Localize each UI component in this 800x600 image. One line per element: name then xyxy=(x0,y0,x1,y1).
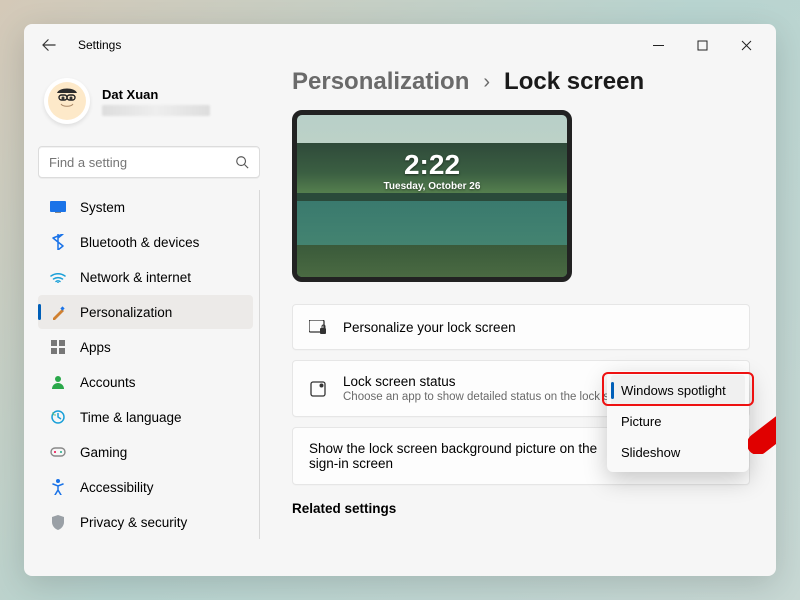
time-icon xyxy=(50,409,66,425)
sidebar-item-label: Gaming xyxy=(80,445,127,460)
lockscreen-preview: 2:22 Tuesday, October 26 xyxy=(292,110,572,282)
close-icon xyxy=(741,40,752,51)
user-block[interactable]: Dat Xuan xyxy=(38,72,260,138)
system-icon xyxy=(50,199,66,215)
preview-time: 2:22 xyxy=(297,149,567,181)
back-button[interactable] xyxy=(32,28,66,62)
user-email-redacted xyxy=(102,105,210,116)
sidebar-item-gaming[interactable]: Gaming xyxy=(38,435,253,469)
sidebar-item-network[interactable]: Network & internet xyxy=(38,260,253,294)
sidebar-item-accessibility[interactable]: Accessibility xyxy=(38,470,253,504)
sidebar: Dat Xuan System Bluetooth & devices xyxy=(24,66,274,576)
annotation-arrow xyxy=(748,374,776,454)
sidebar-item-privacy[interactable]: Privacy & security xyxy=(38,505,253,539)
dropdown-option-picture[interactable]: Picture xyxy=(611,406,745,437)
accessibility-icon xyxy=(50,479,66,495)
status-icon xyxy=(309,380,327,398)
card-title: Show the lock screen background picture … xyxy=(309,441,599,471)
accounts-icon xyxy=(50,374,66,390)
card-title: Personalize your lock screen xyxy=(343,320,733,335)
main-panel: Personalization › Lock screen 2:22 Tuesd… xyxy=(274,66,776,576)
sidebar-item-system[interactable]: System xyxy=(38,190,253,224)
preview-date: Tuesday, October 26 xyxy=(297,181,567,192)
search-icon xyxy=(235,155,249,169)
sidebar-item-label: Apps xyxy=(80,340,111,355)
sidebar-item-time[interactable]: Time & language xyxy=(38,400,253,434)
sidebar-item-apps[interactable]: Apps xyxy=(38,330,253,364)
apps-icon xyxy=(50,339,66,355)
picture-lock-icon xyxy=(309,318,327,336)
sidebar-item-label: Accessibility xyxy=(80,480,154,495)
search-box[interactable] xyxy=(38,146,260,178)
chevron-right-icon: › xyxy=(483,71,490,94)
breadcrumb: Personalization › Lock screen xyxy=(292,68,750,96)
sidebar-item-label: Personalization xyxy=(80,305,172,320)
sidebar-item-label: Time & language xyxy=(80,410,182,425)
minimize-button[interactable] xyxy=(636,28,680,62)
settings-window: Settings Dat Xuan xyxy=(24,24,776,576)
window-controls xyxy=(636,28,768,62)
lockscreen-type-dropdown[interactable]: Windows spotlight Picture Slideshow xyxy=(607,371,749,472)
dropdown-option-spotlight[interactable]: Windows spotlight xyxy=(611,375,745,406)
dropdown-option-slideshow[interactable]: Slideshow xyxy=(611,437,745,468)
sidebar-item-bluetooth[interactable]: Bluetooth & devices xyxy=(38,225,253,259)
minimize-icon xyxy=(653,40,664,51)
titlebar: Settings xyxy=(24,24,776,66)
sidebar-nav: System Bluetooth & devices Network & int… xyxy=(38,190,260,539)
privacy-icon xyxy=(50,514,66,530)
breadcrumb-leaf: Lock screen xyxy=(504,68,644,96)
section-related: Related settings xyxy=(292,501,750,516)
content-area: Dat Xuan System Bluetooth & devices xyxy=(24,66,776,576)
sidebar-item-label: Network & internet xyxy=(80,270,191,285)
sidebar-item-label: System xyxy=(80,200,125,215)
window-title: Settings xyxy=(78,38,121,52)
gaming-icon xyxy=(50,444,66,460)
close-button[interactable] xyxy=(724,28,768,62)
user-name: Dat Xuan xyxy=(102,87,210,102)
search-input[interactable] xyxy=(49,155,235,170)
maximize-icon xyxy=(697,40,708,51)
back-arrow-icon xyxy=(42,38,56,52)
breadcrumb-root[interactable]: Personalization xyxy=(292,68,469,96)
card-personalize-lockscreen[interactable]: Personalize your lock screen xyxy=(292,304,750,350)
sidebar-item-accounts[interactable]: Accounts xyxy=(38,365,253,399)
sidebar-item-personalization[interactable]: Personalization xyxy=(38,295,253,329)
network-icon xyxy=(50,269,66,285)
sidebar-item-label: Privacy & security xyxy=(80,515,187,530)
maximize-button[interactable] xyxy=(680,28,724,62)
sidebar-item-label: Accounts xyxy=(80,375,136,390)
bluetooth-icon xyxy=(50,234,66,250)
personalization-icon xyxy=(50,304,66,320)
sidebar-item-label: Bluetooth & devices xyxy=(80,235,199,250)
avatar xyxy=(44,78,90,124)
